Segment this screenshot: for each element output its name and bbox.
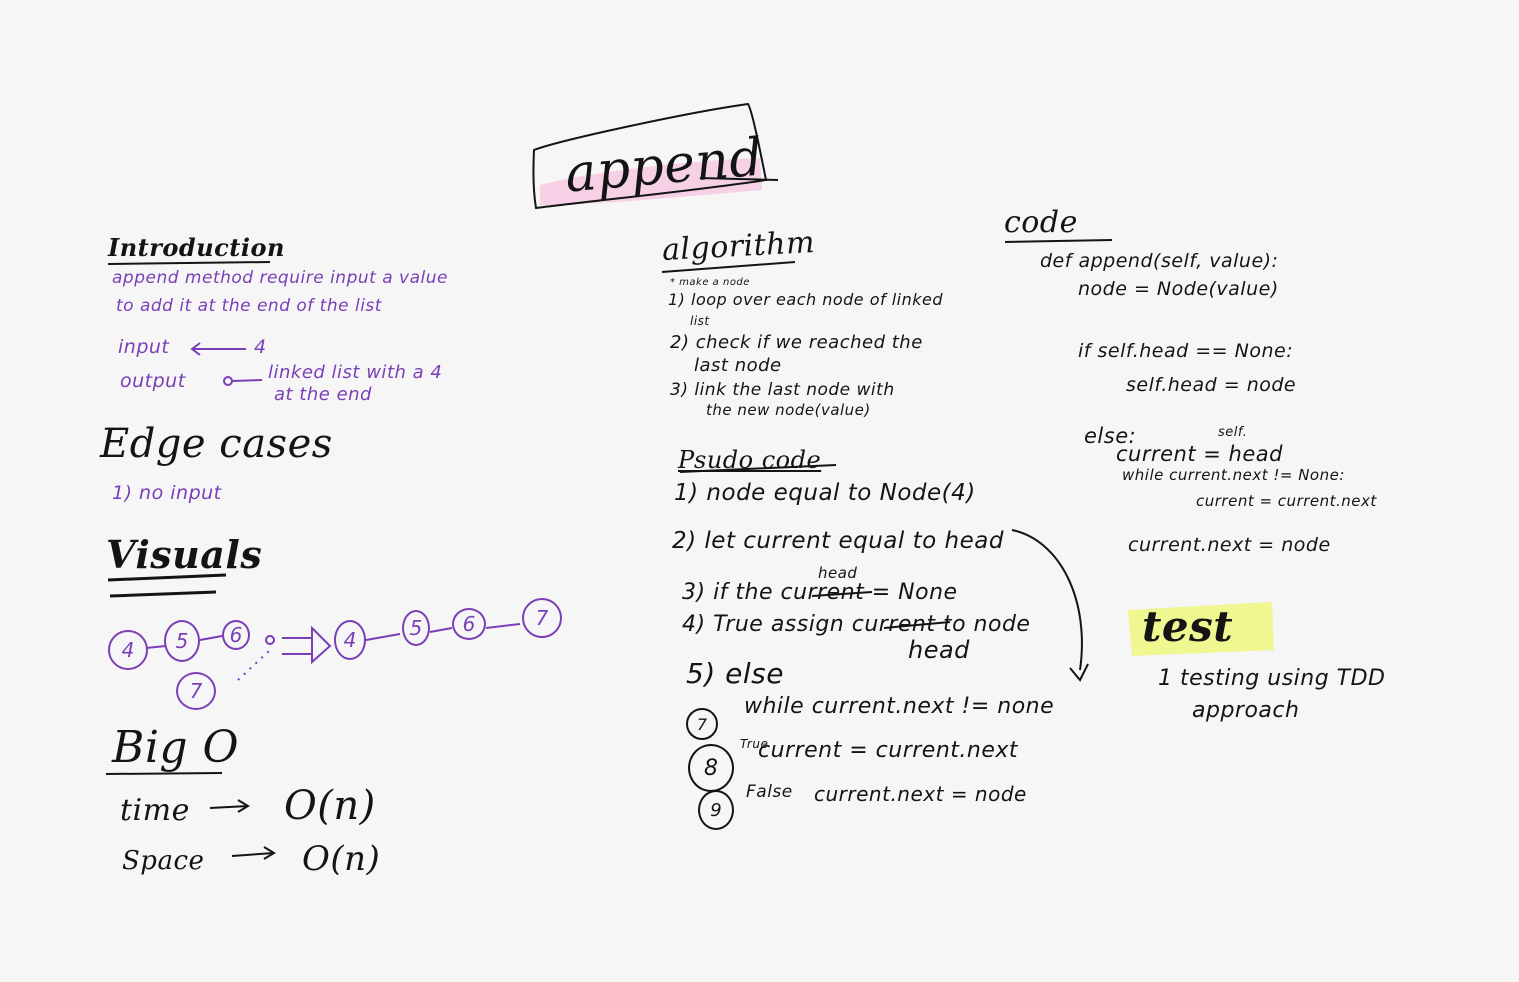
- algorithm-step-2: 2) check if we reached the: [670, 332, 923, 353]
- pseudo-step-7-number: 7: [686, 708, 718, 740]
- pseudo-step-4: 4) True assign current to node: [682, 612, 1031, 637]
- pseudo-step-4-head: head: [908, 636, 970, 664]
- space-value: O(n): [302, 839, 381, 879]
- pseudo-step-3: 3) if the current = None: [682, 580, 958, 605]
- time-value: O(n): [284, 783, 376, 829]
- code-line-4: self.head = node: [1126, 374, 1297, 396]
- introduction-heading: Introduction: [108, 233, 285, 262]
- visual-node-before: 6: [222, 620, 250, 650]
- input-label: input: [118, 336, 170, 358]
- pseudo-step-9: current.next = node: [814, 782, 1027, 806]
- code-line-7: while current.next != None:: [1122, 466, 1345, 484]
- test-heading: test: [1142, 602, 1234, 651]
- pseudo-step-2: 2) let current equal to head: [672, 528, 1004, 554]
- visual-node-after: 7: [522, 598, 562, 638]
- visual-node-after: 4: [334, 620, 366, 660]
- pseudo-step-8: current = current.next: [758, 738, 1019, 763]
- pseudo-step-7: while current.next != none: [744, 694, 1055, 719]
- pseudo-step-9-false: False: [746, 782, 793, 802]
- code-line-6-self: self.: [1218, 425, 1248, 440]
- visual-node-after: 6: [452, 608, 486, 640]
- whiteboard: append Introduction append method requir…: [0, 0, 1519, 982]
- test-item-1: 1 testing using TDD: [1158, 666, 1386, 691]
- algorithm-step-1: 1) loop over each node of linked: [668, 290, 944, 309]
- code-line-1: def append(self, value):: [1040, 250, 1279, 272]
- edge-case-item-1: 1) no input: [112, 482, 222, 504]
- pseudo-step-8-number: 8: [688, 744, 734, 792]
- pseudo-step-9-number: 9: [698, 790, 734, 830]
- visuals-heading: Visuals: [106, 532, 263, 577]
- code-line-3: if self.head == None:: [1078, 340, 1294, 362]
- visual-node-before: 4: [108, 630, 148, 670]
- pseudo-code-heading: Psudo code: [678, 446, 822, 474]
- edge-cases-heading: Edge cases: [100, 421, 333, 467]
- algorithm-step-3: 3) link the last node with: [670, 380, 895, 400]
- output-value-line-2: at the end: [274, 384, 372, 405]
- algorithm-step-3-cont: the new node(value): [706, 401, 871, 419]
- code-line-6: current = head: [1116, 442, 1283, 466]
- big-o-heading: Big O: [112, 722, 240, 773]
- algorithm-heading: algorithm: [661, 225, 816, 268]
- code-line-8: current = current.next: [1196, 492, 1377, 510]
- output-label: output: [120, 370, 186, 392]
- algorithm-step-2-cont: last node: [694, 355, 782, 376]
- pseudo-step-1: 1) node equal to Node(4): [674, 480, 976, 506]
- input-value: 4: [254, 336, 267, 358]
- code-line-9: current.next = node: [1128, 534, 1331, 556]
- time-label: time: [120, 793, 190, 828]
- visual-node-before: 5: [164, 620, 200, 662]
- test-item-1-cont: approach: [1192, 698, 1300, 723]
- pseudo-step-5: 5) else: [686, 657, 784, 690]
- visual-node-new: 7: [176, 672, 216, 710]
- code-heading: code: [1004, 205, 1078, 240]
- algorithm-note: * make a node: [670, 277, 750, 288]
- visual-node-after: 5: [402, 610, 430, 646]
- introduction-line-2: to add it at the end of the list: [116, 296, 382, 316]
- code-line-2: node = Node(value): [1078, 278, 1279, 300]
- algorithm-step-1-cont: list: [690, 314, 710, 328]
- introduction-line-1: append method require input a value: [112, 268, 448, 288]
- pseudo-step-3-head: head: [818, 564, 858, 582]
- output-value-line-1: linked list with a 4: [268, 362, 443, 383]
- space-label: Space: [122, 846, 205, 876]
